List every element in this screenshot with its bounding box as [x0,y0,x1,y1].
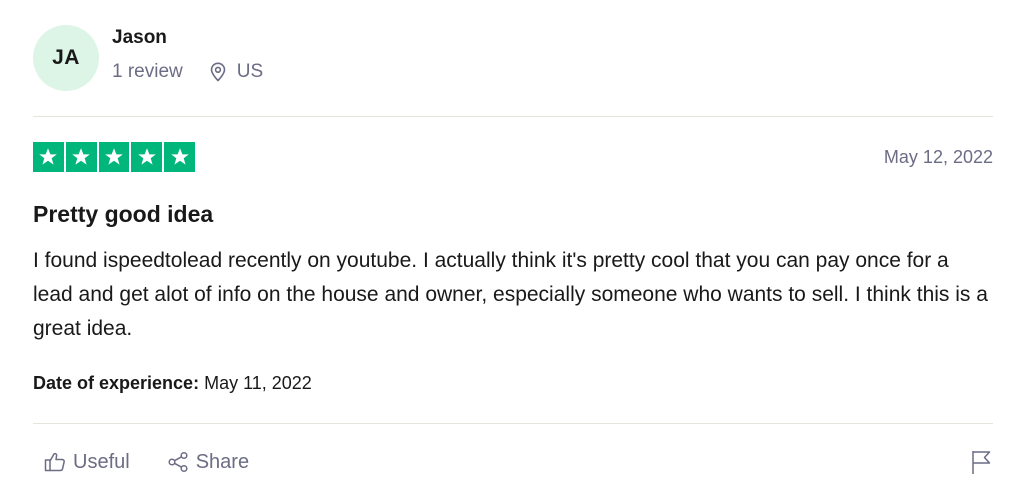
divider [33,423,993,424]
experience-date: May 11, 2022 [204,373,312,393]
reviewer-meta: 1 review US [112,61,263,83]
useful-label: Useful [73,451,130,473]
share-icon [168,451,188,473]
star-icon [170,148,189,165]
review-actions: Useful Share [43,450,249,474]
star-box [65,142,97,172]
share-button[interactable]: Share [166,450,249,474]
star-box [33,142,64,172]
avatar[interactable]: JA [33,25,99,91]
reviewer-name[interactable]: Jason [112,27,263,49]
reviewer-location: US [209,61,263,83]
rating-row: May 12, 2022 [33,142,993,172]
report-flag-button[interactable] [969,449,993,475]
review-title[interactable]: Pretty good idea [33,200,213,228]
reviewer-info: Jason 1 review US [112,27,263,83]
star-icon [72,148,90,165]
location-text: US [236,61,264,82]
divider [33,116,993,117]
thumbs-up-icon [44,452,65,472]
star-rating [33,142,195,172]
date-of-experience: Date of experience: May 11, 2022 [33,372,312,394]
review-body: I found ispeedtolead recently on youtube… [33,249,988,340]
star-box [131,142,163,172]
review-count: 1 review [112,61,183,82]
share-label: Share [195,451,250,473]
star-icon [39,148,58,165]
review-date: May 12, 2022 [883,146,993,167]
star-box [164,142,195,172]
flag-icon [972,451,991,474]
star-box [98,142,130,172]
location-pin-icon [209,62,227,82]
reviewer-header: JA Jason 1 review US [33,24,263,92]
useful-button[interactable]: Useful [43,450,130,474]
experience-label: Date of experience: [33,373,200,393]
review-card: JA Jason 1 review US May 12, 2022 Pretty… [33,0,993,491]
star-icon [137,148,156,165]
star-icon [105,148,123,165]
